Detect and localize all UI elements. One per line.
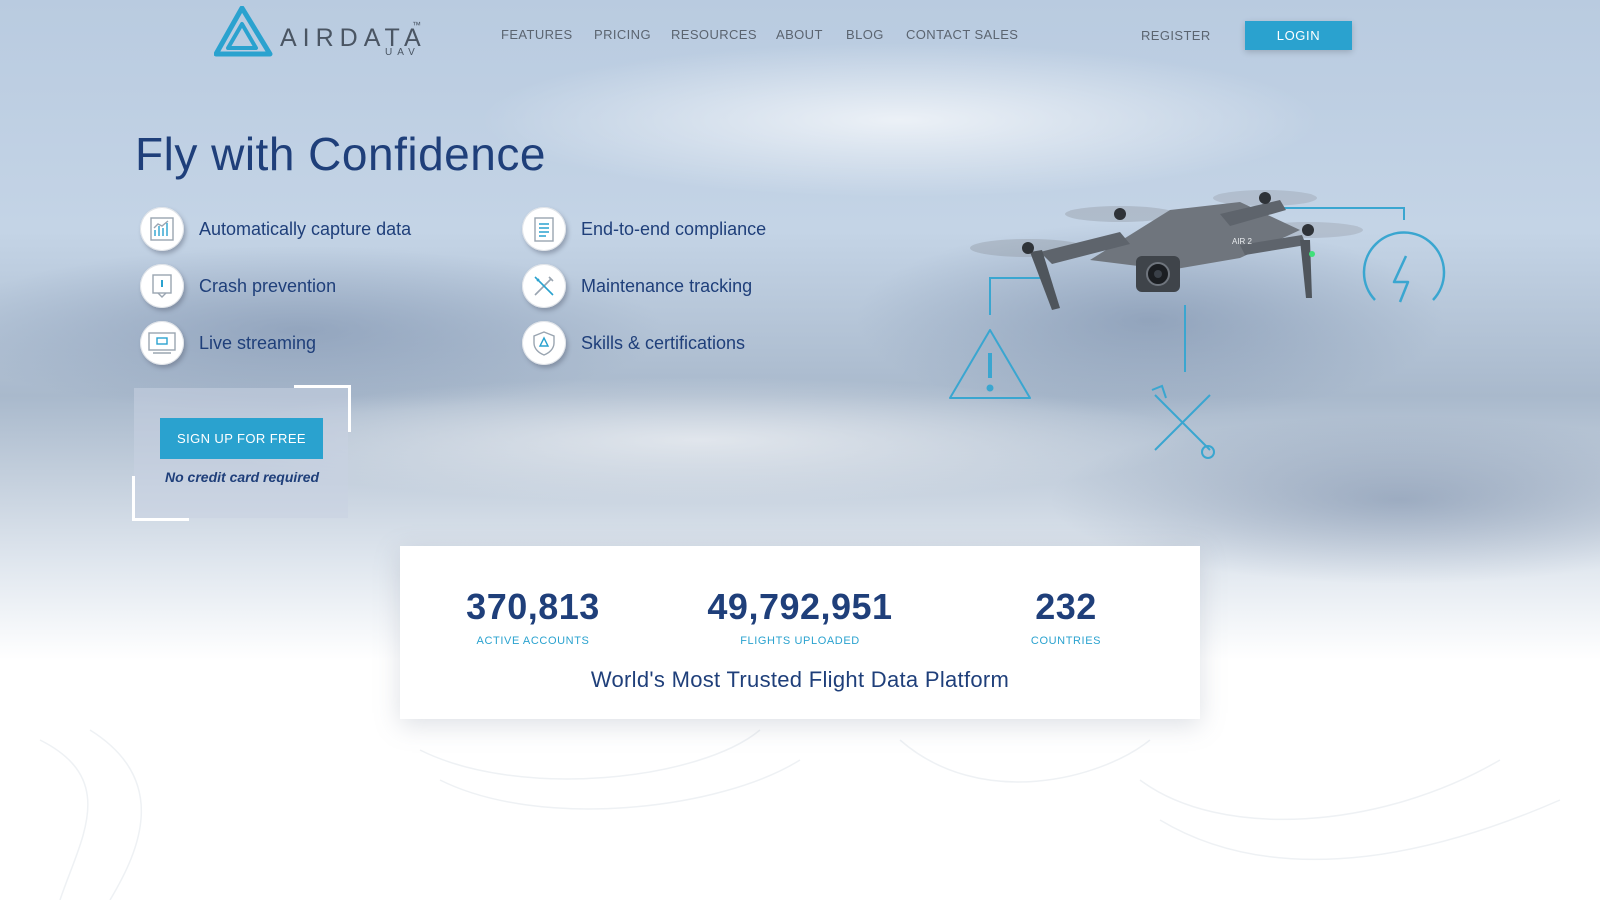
sign-up-button[interactable]: SIGN UP FOR FREE [160,418,323,459]
feature-label: Live streaming [199,332,317,353]
streaming-icon [140,321,184,365]
feature-item: Skills & certifications [522,319,745,367]
stat-flights-uploaded: 49,792,951 FLIGHTS UPLOADED [680,586,920,647]
shield-icon [522,321,566,365]
wrench-icon [522,264,566,308]
clipboard-icon [522,207,566,251]
feature-label: Crash prevention [199,275,337,296]
login-button[interactable]: LOGIN [1245,21,1352,50]
tools-icon [1151,384,1215,459]
warning-triangle-icon [949,329,1031,399]
airdata-logo[interactable]: AIRDATA ™ UAV [214,6,424,58]
stats-tagline: World's Most Trusted Flight Data Platfor… [590,667,1010,692]
stat-value: 370,813 [466,586,600,627]
stat-label: FLIGHTS UPLOADED [740,635,860,647]
stat-label: ACTIVE ACCOUNTS [476,635,590,647]
feature-label: Automatically capture data [199,218,412,239]
nav-blog[interactable]: BLOG [846,27,884,42]
stat-value: 232 [1035,586,1097,627]
feature-item: Maintenance tracking [522,262,752,310]
nav-pricing[interactable]: PRICING [594,27,651,42]
feature-item: End-to-end compliance [522,205,766,253]
feature-label: End-to-end compliance [581,218,767,239]
feature-item: Automatically capture data [140,205,411,253]
nav-resources[interactable]: RESOURCES [671,27,757,42]
trademark: ™ [412,20,421,30]
stat-active-accounts: 370,813 ACTIVE ACCOUNTS [413,586,653,647]
warning-icon [140,264,184,308]
hero-title: Fly with Confidence [135,128,546,180]
nav-features[interactable]: FEATURES [501,27,573,42]
triangle-logo-icon [214,6,273,57]
brand-sub: UAV [385,47,420,58]
feature-item: Crash prevention [140,262,336,310]
nav-contact-sales[interactable]: CONTACT SALES [906,27,1018,42]
feature-label: Skills & certifications [581,332,746,353]
power-gauge-icon [1362,231,1446,303]
nav-about[interactable]: ABOUT [776,27,823,42]
stat-countries: 232 COUNTRIES [946,586,1186,647]
feature-item: Live streaming [140,319,316,367]
register-link[interactable]: REGISTER [1141,28,1211,43]
stat-label: COUNTRIES [1030,635,1102,647]
drone-illustration: AIR 2 [949,190,1446,459]
topographic-pattern [39,729,1561,900]
drone-model-label: AIR 2 [1232,237,1253,246]
stats-panel: 370,813 ACTIVE ACCOUNTS 49,792,951 FLIGH… [400,546,1200,719]
feature-label: Maintenance tracking [581,275,753,296]
stat-value: 49,792,951 [707,586,893,627]
no-credit-card-note: No credit card required [165,469,320,485]
bar-chart-icon [140,207,184,251]
